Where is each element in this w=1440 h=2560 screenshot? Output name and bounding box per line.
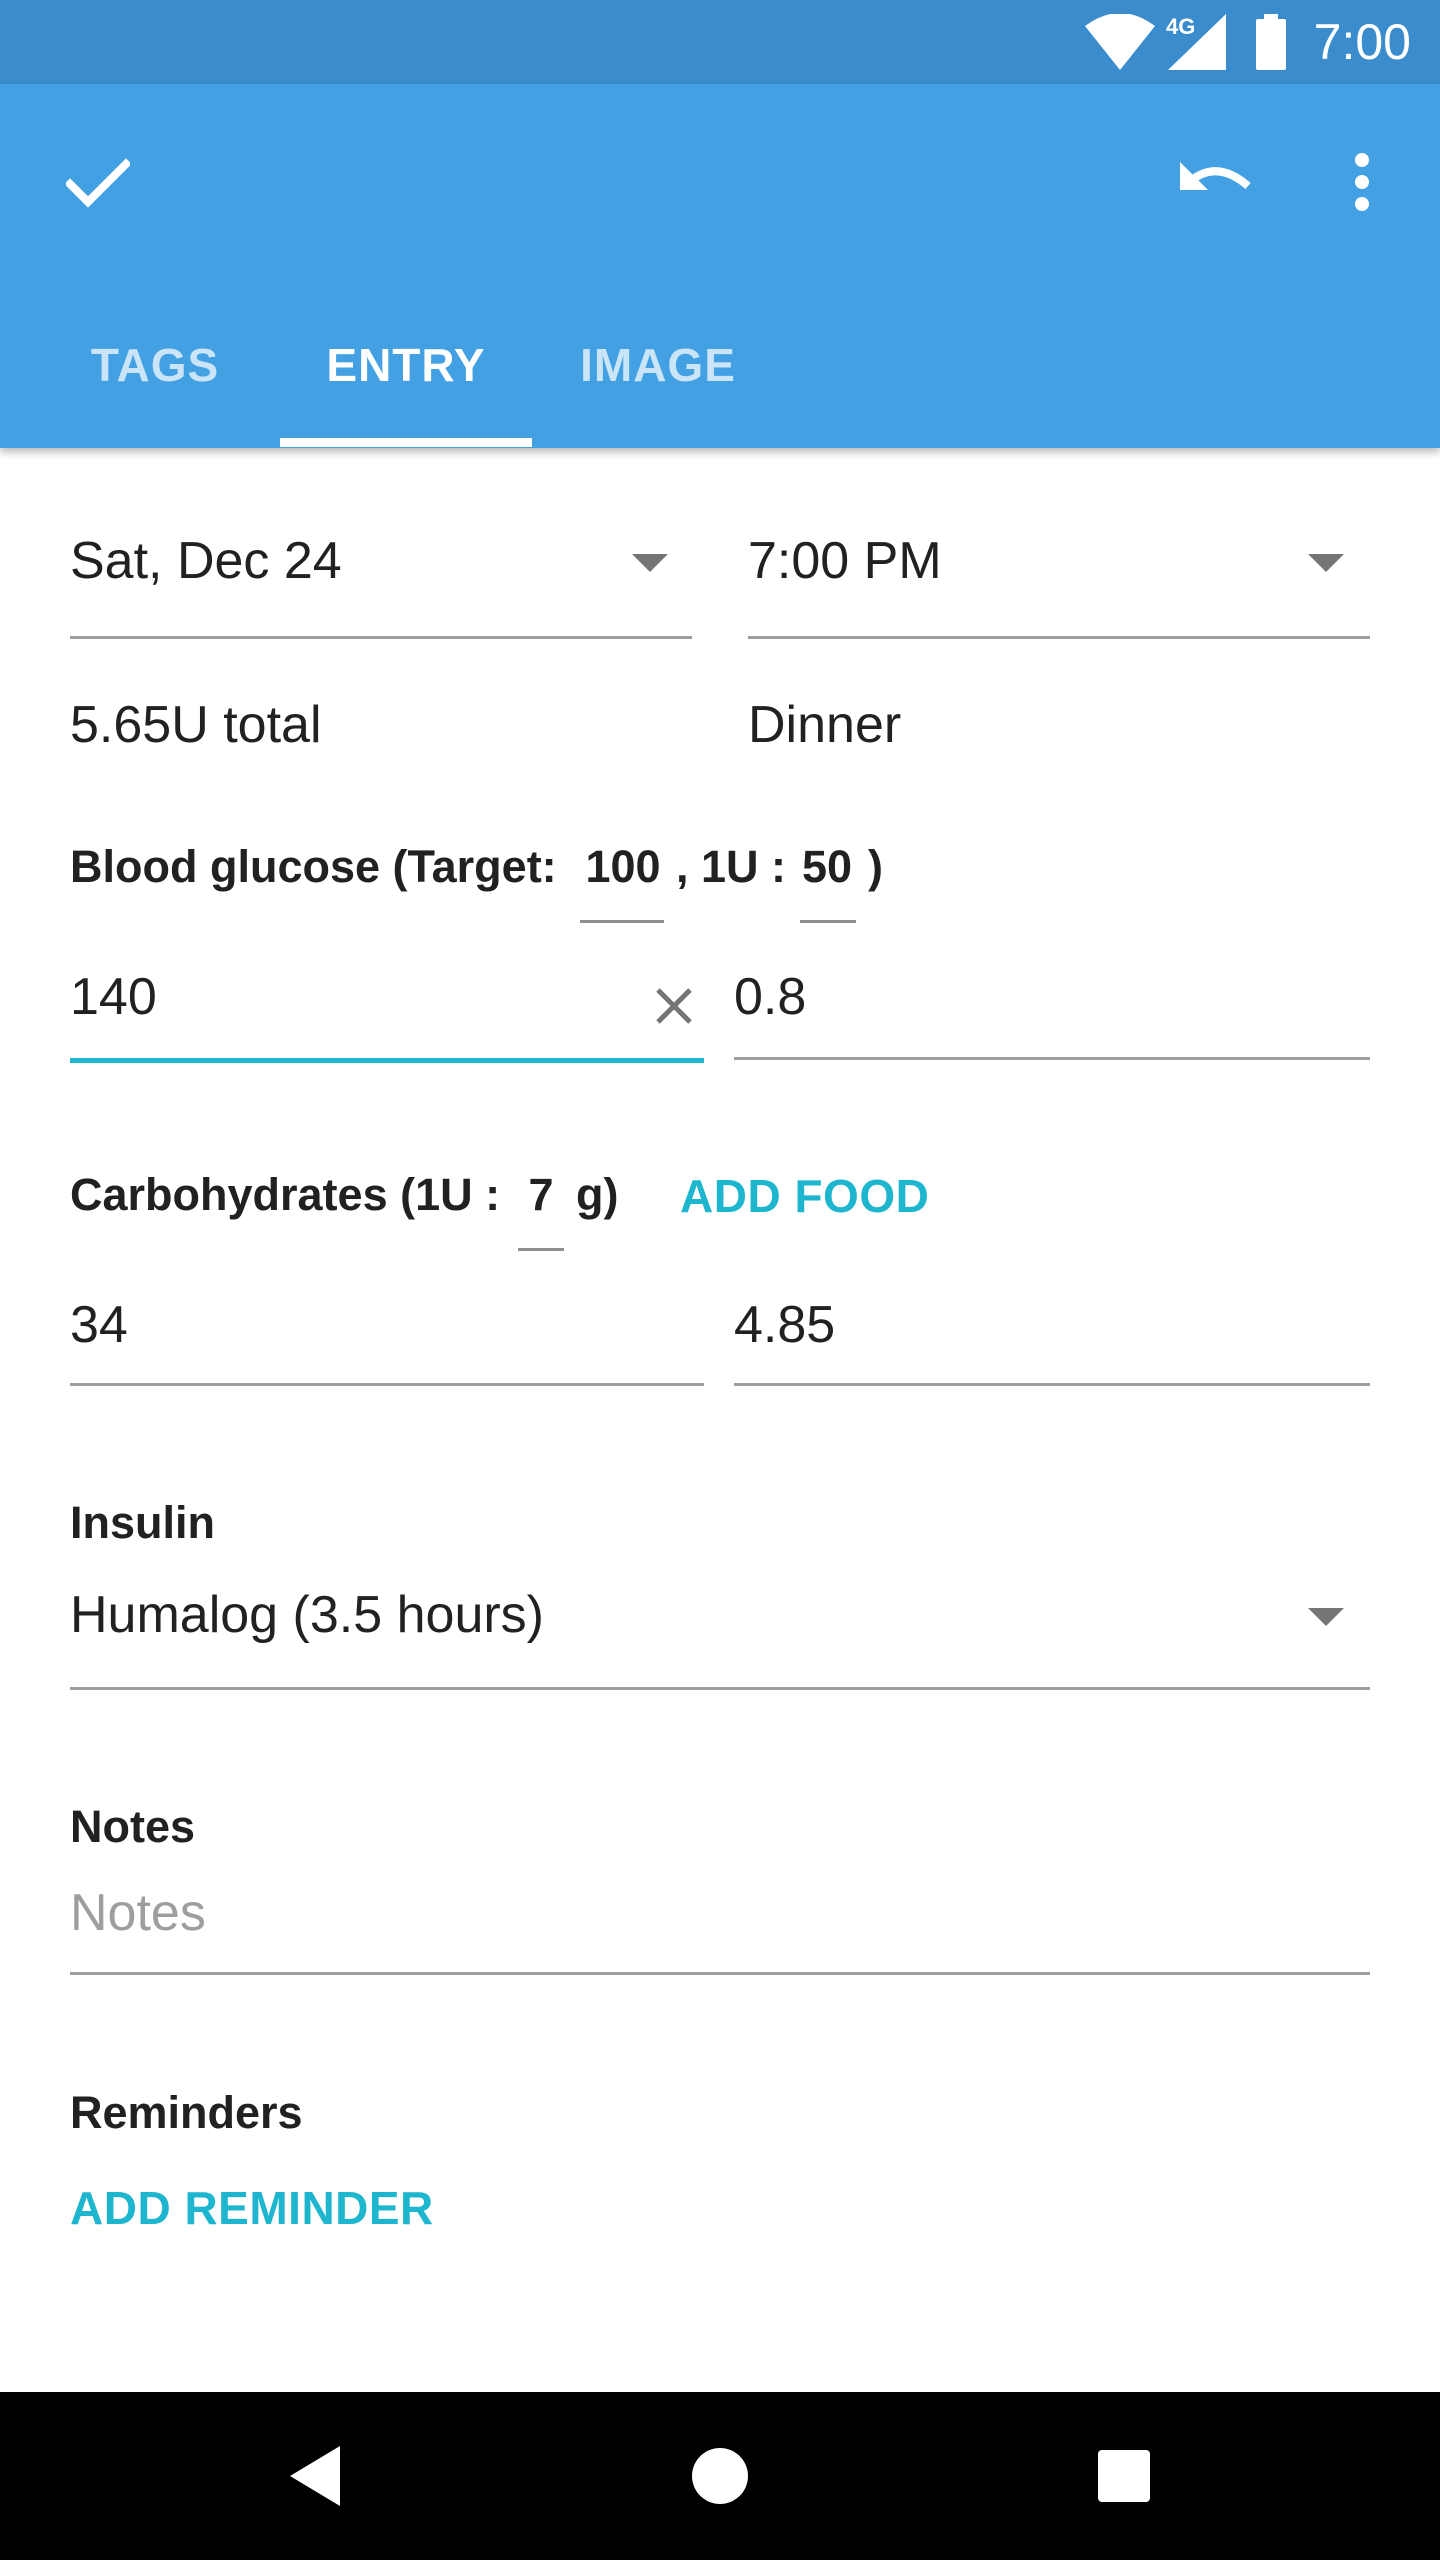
carbohydrates-units-underline [734, 1383, 1370, 1386]
back-icon[interactable] [290, 2446, 344, 2506]
date-dropdown-arrow-icon [632, 554, 668, 572]
meal-label[interactable]: Dinner [748, 694, 901, 756]
network-type-label: 4G [1166, 14, 1196, 39]
status-time: 7:00 [1313, 14, 1411, 70]
battery-icon [1256, 14, 1286, 70]
carbohydrates-label-prefix: Carbohydrates (1U : [70, 1169, 501, 1220]
insulin-dropdown-arrow-icon [1308, 1608, 1344, 1626]
recents-icon[interactable] [1098, 2450, 1150, 2502]
tab-entry[interactable]: ENTRY [280, 290, 532, 448]
time-dropdown[interactable]: 7:00 PM [748, 530, 1370, 640]
date-value: Sat, Dec 24 [70, 532, 342, 590]
carbohydrates-underline [70, 1383, 704, 1386]
bg-target-underline [580, 920, 664, 923]
insulin-value: Humalog (3.5 hours) [70, 1586, 544, 1644]
insulin-label: Insulin [70, 1497, 215, 1548]
insulin-underline [70, 1687, 1370, 1690]
date-underline [70, 636, 692, 639]
navigation-bar [0, 2392, 1440, 2560]
date-dropdown[interactable]: Sat, Dec 24 [70, 530, 692, 640]
notes-input[interactable]: Notes [70, 1882, 206, 1944]
undo-icon[interactable] [1178, 154, 1254, 204]
time-underline [748, 636, 1370, 639]
home-icon[interactable] [692, 2448, 748, 2504]
tab-image[interactable]: IMAGE [540, 290, 776, 448]
clear-icon[interactable] [654, 986, 694, 1026]
tab-tags[interactable]: TAGS [40, 290, 270, 448]
blood-glucose-label-suffix: ) [868, 841, 883, 892]
carbohydrates-units-input[interactable]: 4.85 [734, 1294, 835, 1356]
check-icon[interactable] [64, 156, 132, 210]
bg-target-input[interactable]: 100 [580, 840, 666, 894]
add-reminder-button[interactable]: ADD REMINDER [70, 2180, 434, 2236]
wifi-icon [1085, 13, 1155, 70]
bg-factor-underline [800, 920, 856, 923]
carbohydrates-label-suffix: g) [576, 1169, 619, 1220]
notes-underline [70, 1972, 1370, 1975]
more-vert-icon[interactable] [1354, 152, 1370, 212]
time-value: 7:00 PM [748, 532, 942, 590]
bg-factor-input[interactable]: 50 [798, 840, 856, 894]
blood-glucose-units-underline [734, 1057, 1370, 1060]
notes-label: Notes [70, 1801, 196, 1852]
blood-glucose-underline [70, 1058, 704, 1063]
reminders-label: Reminders [70, 2087, 303, 2138]
time-dropdown-arrow-icon [1308, 554, 1344, 572]
carbohydrates-input[interactable]: 34 [70, 1294, 128, 1356]
carb-factor-input[interactable]: 7 [518, 1168, 564, 1222]
carb-factor-underline [518, 1248, 564, 1251]
blood-glucose-label: Blood glucose (Target: [70, 840, 557, 894]
blood-glucose-label-middle: , 1U : [676, 841, 787, 892]
insulin-dropdown[interactable]: Humalog (3.5 hours) [70, 1584, 1370, 1684]
tab-indicator [280, 438, 532, 447]
blood-glucose-input[interactable]: 140 [70, 966, 157, 1028]
insulin-total: 5.65U total [70, 696, 322, 754]
status-bar: 4G 7:00 [0, 0, 1440, 84]
blood-glucose-label-prefix: Blood glucose (Target: [70, 841, 557, 892]
add-food-button[interactable]: ADD FOOD [680, 1168, 929, 1224]
blood-glucose-units-input[interactable]: 0.8 [734, 966, 806, 1028]
